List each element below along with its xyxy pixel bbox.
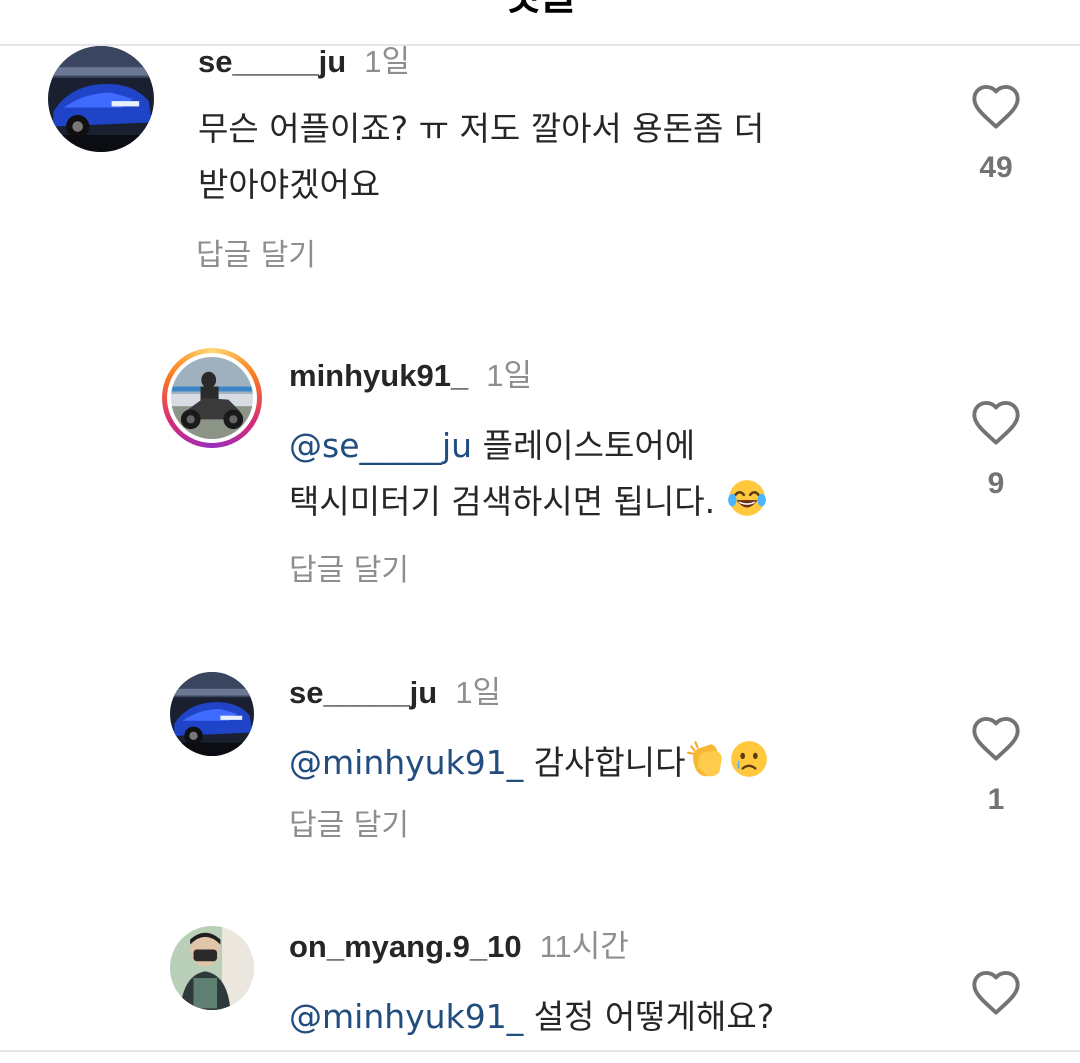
comment-meta: minhyuk91_ 1일	[289, 356, 532, 401]
like-count: 49	[979, 151, 1013, 184]
heart-icon[interactable]	[970, 968, 1022, 1016]
comment-meta: on_myang.9_10 11시간	[289, 927, 629, 972]
timestamp: 1일	[364, 44, 410, 79]
comment-meta: se_____ju 1일	[289, 673, 501, 718]
mention-link[interactable]: @se_____ju	[289, 426, 472, 465]
comment-text-line: 택시미터기 검색하시면 됩니다.	[289, 474, 768, 530]
timestamp: 11시간	[539, 929, 629, 964]
header-divider	[0, 44, 1080, 46]
heart-icon[interactable]	[970, 398, 1022, 446]
clapping-hands-icon	[686, 738, 728, 780]
avatar[interactable]	[170, 672, 254, 756]
bottom-divider	[0, 1050, 1080, 1052]
comment-text-line: 받아야겠어요	[198, 165, 381, 204]
comment-text-fragment: 감사합니다	[523, 743, 686, 782]
comment-text-line: @minhyuk91_ 감사합니다	[289, 735, 770, 791]
like-count: 9	[987, 467, 1005, 500]
mention-link[interactable]: @minhyuk91_	[289, 997, 523, 1036]
comment-text: 무슨 어플이죠? ㅠ 저도 깔아서 용돈좀 더 받아야겠어요	[198, 101, 764, 213]
comment-text-line: @se_____ju 플레이스토어에	[289, 418, 768, 474]
username[interactable]: minhyuk91_	[289, 358, 468, 393]
username[interactable]: se_____ju	[289, 675, 437, 710]
comment-text: @minhyuk91_ 설정 어떻게해요?	[289, 989, 774, 1045]
comment-text-fragment: 플레이스토어에	[472, 426, 696, 465]
reply-button[interactable]: 답글 달기	[289, 806, 409, 846]
avatar[interactable]	[170, 926, 254, 1010]
comment-text-line: @minhyuk91_ 설정 어떻게해요?	[289, 989, 774, 1045]
like-count: 1	[987, 783, 1005, 816]
face-with-tears-of-joy-icon	[726, 477, 768, 519]
page-title: 댓글	[0, 0, 1080, 18]
reply-button[interactable]: 답글 달기	[289, 551, 409, 591]
heart-icon[interactable]	[970, 82, 1022, 130]
timestamp: 1일	[455, 675, 501, 710]
comment-text: @se_____ju 플레이스토어에 택시미터기 검색하시면 됩니다.	[289, 418, 768, 530]
comment-text-fragment: 설정 어떻게해요?	[523, 997, 775, 1036]
timestamp: 1일	[486, 358, 532, 393]
heart-icon[interactable]	[970, 714, 1022, 762]
reply-button[interactable]: 답글 달기	[196, 236, 316, 276]
avatar[interactable]	[48, 46, 154, 152]
comment-text-line: 무슨 어플이죠? ㅠ 저도 깔아서 용돈좀 더	[198, 109, 765, 148]
username[interactable]: on_myang.9_10	[289, 929, 522, 964]
username[interactable]: se_____ju	[198, 44, 346, 79]
crying-face-icon	[728, 738, 770, 780]
mention-link[interactable]: @minhyuk91_	[289, 743, 523, 782]
comment-meta: se_____ju 1일	[198, 42, 410, 87]
avatar[interactable]	[171, 357, 253, 439]
comment-text: @minhyuk91_ 감사합니다	[289, 735, 770, 791]
comment-text-fragment: 택시미터기 검색하시면 됩니다.	[289, 482, 716, 521]
